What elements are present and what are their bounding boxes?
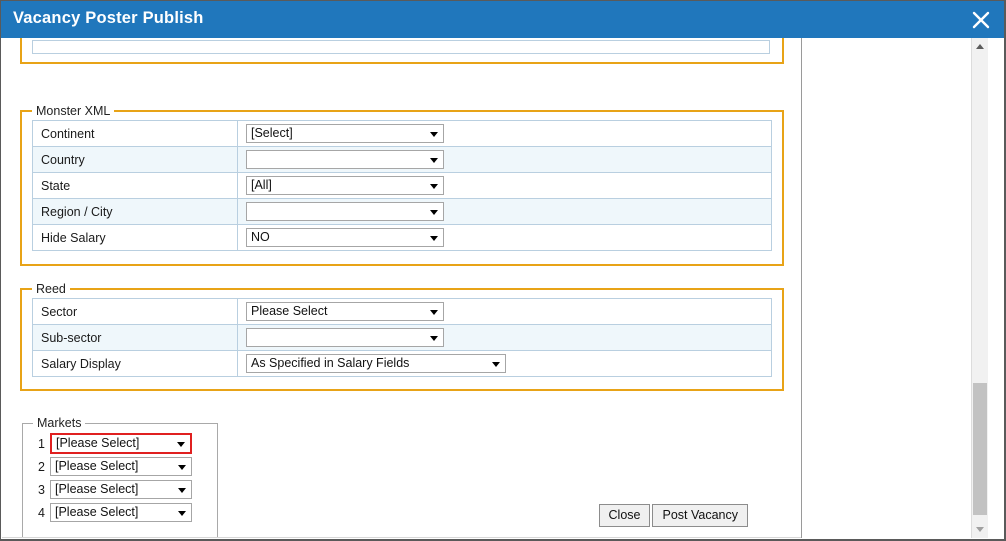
- dialog-button-bar: Close Post Vacancy: [2, 504, 792, 527]
- row-label: Sector: [32, 298, 238, 325]
- clipped-table-row: [32, 40, 770, 54]
- hide-salary-select[interactable]: NO: [246, 228, 444, 247]
- country-select[interactable]: [246, 150, 444, 169]
- market-row-3: 3 [Please Select]: [31, 478, 209, 501]
- chevron-down-icon: [430, 236, 438, 241]
- hide-salary-select-value: NO: [251, 230, 270, 244]
- table-row: Hide Salary NO: [32, 224, 772, 251]
- salary-display-select[interactable]: As Specified in Salary Fields: [246, 354, 506, 373]
- triangle-down-icon: [976, 527, 984, 532]
- row-label: Salary Display: [32, 350, 238, 377]
- market-row-2: 2 [Please Select]: [31, 455, 209, 478]
- vertical-scrollbar[interactable]: [971, 38, 988, 538]
- row-label: Region / City: [32, 198, 238, 225]
- sub-sector-select[interactable]: [246, 328, 444, 347]
- chevron-down-icon: [178, 465, 186, 470]
- table-row: Sub-sector: [32, 324, 772, 351]
- chevron-down-icon: [430, 158, 438, 163]
- state-select[interactable]: [All]: [246, 176, 444, 195]
- monster-xml-table: Continent [Select] Country State [All] R…: [32, 120, 772, 251]
- continent-select[interactable]: [Select]: [246, 124, 444, 143]
- scroll-down-button[interactable]: [972, 521, 988, 538]
- dialog-content: Monster XML Continent [Select] Country S…: [2, 38, 988, 538]
- close-button[interactable]: Close: [598, 504, 651, 527]
- table-row: Region / City: [32, 198, 772, 225]
- market-select-2[interactable]: [Please Select]: [50, 457, 192, 476]
- vacancy-poster-publish-window: Vacancy Poster Publish Monster XML Conti…: [0, 0, 1006, 541]
- section-monster-xml: Monster XML Continent [Select] Country S…: [20, 104, 784, 266]
- continent-select-value: [Select]: [251, 126, 293, 140]
- market-select-3[interactable]: [Please Select]: [50, 480, 192, 499]
- section-monster-xml-legend: Monster XML: [36, 104, 111, 118]
- market-index-3: 3: [38, 482, 45, 497]
- section-reed: Reed Sector Please Select Sub-sector Sal…: [20, 282, 784, 391]
- scrollbar-thumb[interactable]: [973, 383, 987, 515]
- row-label: Hide Salary: [32, 224, 238, 251]
- table-row: Salary Display As Specified in Salary Fi…: [32, 350, 772, 377]
- row-label: Sub-sector: [32, 324, 238, 351]
- salary-display-select-value: As Specified in Salary Fields: [251, 356, 410, 370]
- row-label: State: [32, 172, 238, 199]
- section-reed-legend: Reed: [36, 282, 66, 296]
- row-label: Country: [32, 146, 238, 173]
- row-field: [237, 146, 772, 173]
- scroll-up-button[interactable]: [972, 38, 988, 55]
- previous-section-clipped: [20, 38, 784, 64]
- market-select-1-value: [Please Select]: [56, 436, 140, 450]
- chevron-down-icon: [492, 362, 500, 367]
- chevron-down-icon: [430, 184, 438, 189]
- market-select-2-value: [Please Select]: [55, 459, 139, 473]
- state-select-value: [All]: [251, 178, 272, 192]
- triangle-up-icon: [976, 44, 984, 49]
- chevron-down-icon: [430, 132, 438, 137]
- row-field: [All]: [237, 172, 772, 199]
- row-label: Continent: [32, 120, 238, 147]
- window-title: Vacancy Poster Publish: [13, 9, 204, 27]
- table-row: State [All]: [32, 172, 772, 199]
- form-pane: Monster XML Continent [Select] Country S…: [2, 38, 802, 538]
- table-row: Sector Please Select: [32, 298, 772, 325]
- row-field: [Select]: [237, 120, 772, 147]
- sector-select-value: Please Select: [251, 304, 328, 318]
- chevron-down-icon: [178, 488, 186, 493]
- chevron-down-icon: [430, 210, 438, 215]
- row-field: [237, 198, 772, 225]
- window-titlebar: Vacancy Poster Publish: [1, 1, 1004, 38]
- content-bottom-divider: [2, 537, 801, 538]
- close-icon[interactable]: [967, 6, 995, 34]
- table-row: Country: [32, 146, 772, 173]
- sector-select[interactable]: Please Select: [246, 302, 444, 321]
- post-vacancy-button[interactable]: Post Vacancy: [652, 504, 748, 527]
- chevron-down-icon: [430, 310, 438, 315]
- market-row-1: 1 [Please Select]: [31, 432, 209, 455]
- row-field: [237, 324, 772, 351]
- market-index-1: 1: [38, 436, 45, 451]
- row-field: NO: [237, 224, 772, 251]
- row-field: As Specified in Salary Fields: [237, 350, 772, 377]
- chevron-down-icon: [430, 336, 438, 341]
- market-select-1[interactable]: [Please Select]: [50, 433, 192, 454]
- reed-table: Sector Please Select Sub-sector Salary D…: [32, 298, 772, 377]
- row-field: Please Select: [237, 298, 772, 325]
- market-index-2: 2: [38, 459, 45, 474]
- market-select-3-value: [Please Select]: [55, 482, 139, 496]
- section-markets-legend: Markets: [37, 416, 82, 430]
- chevron-down-icon: [177, 442, 185, 447]
- region-city-select[interactable]: [246, 202, 444, 221]
- table-row: Continent [Select]: [32, 120, 772, 147]
